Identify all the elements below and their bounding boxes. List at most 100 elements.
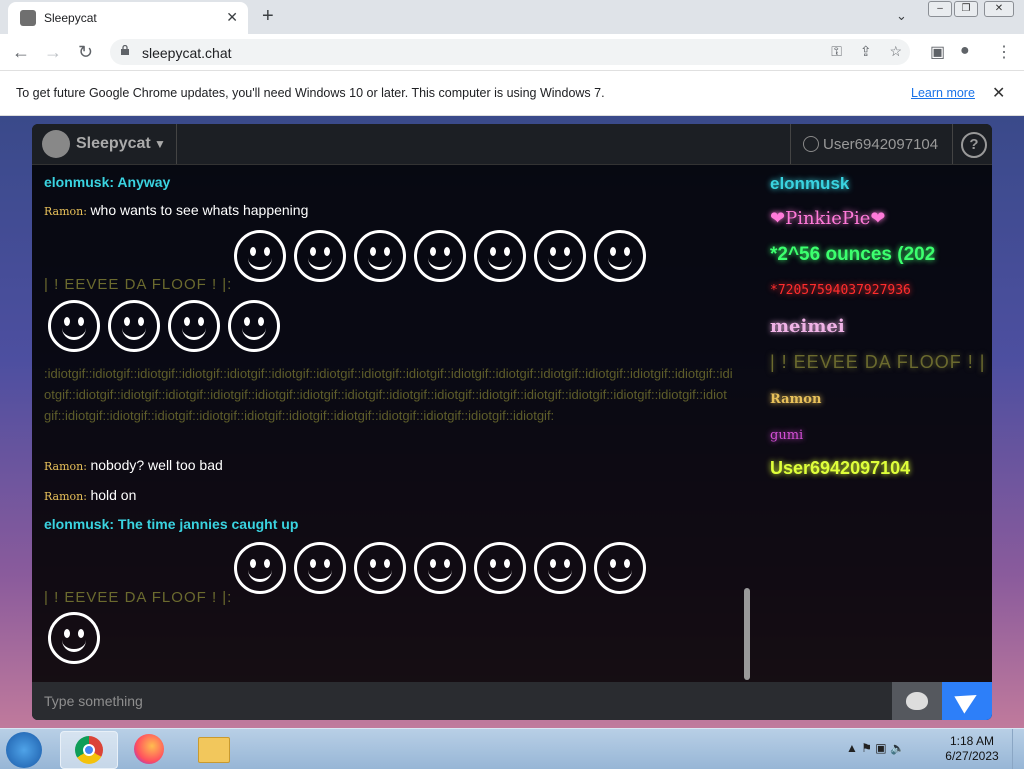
taskbar-chrome[interactable] [60, 731, 118, 769]
smiley-emoji-icon [294, 230, 346, 282]
smiley-emoji-icon [594, 542, 646, 594]
cat-logo-icon [42, 130, 70, 158]
help-icon: ? [961, 132, 987, 158]
message-row: Ramon: nobody? well too bad [44, 457, 223, 473]
message-composer [32, 682, 992, 720]
reload-button[interactable]: ↻ [78, 42, 93, 63]
message-author[interactable]: Ramon [44, 460, 83, 473]
profile-icon[interactable]: ● [960, 42, 970, 60]
tab-title: Sleepycat [44, 11, 97, 25]
message-row: elonmusk: Anyway [44, 174, 171, 190]
address-bar[interactable]: sleepycat.chat ⚿ ⇪ ☆ [110, 39, 910, 65]
close-window-button[interactable]: ✕ [984, 1, 1014, 17]
emoji-row [234, 542, 654, 599]
smiley-emoji-icon [234, 230, 286, 282]
message-author[interactable]: | ! EEVEE DA FLOOF ! | [44, 589, 227, 606]
user-list-item[interactable]: ❤PinkiePie❤ [770, 208, 885, 229]
smiley-emoji-icon [228, 300, 280, 352]
firefox-icon[interactable] [134, 734, 164, 764]
smiley-emoji-icon [474, 542, 526, 594]
back-button[interactable]: ← [12, 42, 30, 63]
message-text: The time jannies caught up [117, 516, 299, 532]
smiley-emoji-icon [594, 230, 646, 282]
emote-button[interactable] [892, 682, 942, 720]
user-list-item[interactable]: User6942097104 [770, 458, 910, 479]
smiley-emoji-icon [168, 300, 220, 352]
message-input[interactable] [32, 682, 892, 720]
smiley-emoji-icon [234, 542, 286, 594]
message-text: who wants to see whats happening [90, 202, 309, 218]
url-text[interactable]: sleepycat.chat [142, 45, 232, 61]
tab-sleepycat[interactable]: Sleepycat ✕ [8, 2, 248, 34]
restore-button[interactable]: ❐ [954, 1, 978, 17]
smiley-emoji-icon [48, 612, 100, 664]
user-list-item[interactable]: gumi [770, 428, 803, 443]
taskbar-clock[interactable]: 1:18 AM 6/27/2023 [944, 734, 1000, 764]
smiley-emoji-icon [534, 230, 586, 282]
infobar-message: To get future Google Chrome updates, you… [16, 86, 605, 100]
message-row: | ! EEVEE DA FLOOF ! |: [44, 276, 233, 293]
smiley-emoji-icon [354, 542, 406, 594]
send-button[interactable] [942, 682, 992, 720]
smiley-emoji-icon [294, 542, 346, 594]
help-button[interactable]: ? [952, 124, 992, 164]
file-explorer-icon[interactable] [198, 737, 230, 763]
key-icon[interactable]: ⚿ [831, 43, 842, 59]
user-list-item[interactable]: elonmusk [770, 174, 849, 194]
start-button[interactable] [6, 732, 42, 768]
show-desktop-button[interactable] [1012, 729, 1024, 769]
cat-icon [906, 692, 928, 710]
smiley-emoji-icon [48, 300, 100, 352]
current-username: User6942097104 [823, 136, 939, 153]
close-tab-icon[interactable]: ✕ [226, 9, 238, 26]
message-scrollbar[interactable] [744, 588, 750, 680]
browser-toolbar: ← → ↻ sleepycat.chat ⚿ ⇪ ☆ ▣ ● ⋮ [0, 34, 1024, 71]
star-icon[interactable]: ☆ [889, 43, 902, 59]
message-row: | ! EEVEE DA FLOOF ! |: [44, 589, 233, 606]
message-row: Ramon: hold on [44, 487, 137, 503]
share-icon[interactable]: ⇪ [860, 43, 872, 59]
new-tab-button[interactable]: + [262, 5, 274, 28]
minimize-button[interactable]: – [928, 1, 952, 17]
learn-more-link[interactable]: Learn more [911, 86, 975, 100]
windows-taskbar: ▲ ⚑ ▣ 🔈 1:18 AM 6/27/2023 [0, 728, 1024, 769]
current-user[interactable]: User6942097104 [790, 124, 951, 164]
message-list: elonmusk: Anyway Ramon: who wants to see… [44, 168, 734, 678]
message-author[interactable]: elonmusk [44, 516, 109, 532]
tab-strip: Sleepycat ✕ + ⌄ – ❐ ✕ [0, 0, 1024, 34]
sidebar-icon[interactable]: ▣ [930, 42, 945, 62]
update-infobar: To get future Google Chrome updates, you… [0, 71, 1024, 116]
message-author[interactable]: | ! EEVEE DA FLOOF ! | [44, 276, 227, 293]
page-background: Sleepycat ▼ User6942097104 ? elonmusk: A… [0, 116, 1024, 728]
brand-menu[interactable]: Sleepycat ▼ [32, 124, 177, 164]
system-tray-icons[interactable]: ▲ ⚑ ▣ 🔈 [846, 741, 905, 755]
message-author[interactable]: Ramon [44, 205, 83, 218]
smiley-emoji-icon [354, 230, 406, 282]
user-list-item[interactable]: Ramon [770, 392, 821, 407]
omnibox-actions: ⚿ ⇪ ☆ [817, 43, 902, 60]
clock-time: 1:18 AM [949, 734, 995, 748]
cat-favicon-icon [20, 10, 36, 26]
user-icon [803, 136, 819, 152]
user-list-item[interactable]: | ! EEVEE DA FLOOF ! | [770, 352, 985, 373]
emoji-row [48, 300, 288, 357]
emoji-row [234, 230, 654, 287]
emoji-row [48, 612, 108, 669]
tab-search-chevron-icon[interactable]: ⌄ [896, 8, 907, 24]
chrome-menu-icon[interactable]: ⋮ [996, 42, 1012, 62]
infobar-close-icon[interactable]: ✕ [992, 83, 1005, 103]
forward-button[interactable]: → [44, 42, 62, 63]
smiley-emoji-icon [534, 542, 586, 594]
clock-date: 6/27/2023 [945, 749, 999, 763]
user-list-item[interactable]: meimei [770, 316, 845, 337]
message-author[interactable]: elonmusk [44, 174, 109, 190]
user-list-item[interactable]: *72057594037927936 [770, 283, 911, 298]
user-list-item[interactable]: *2^56 ounces (202 [770, 244, 935, 266]
message-author[interactable]: Ramon [44, 490, 83, 503]
smiley-emoji-icon [414, 230, 466, 282]
chat-header: Sleepycat ▼ User6942097104 ? [32, 124, 992, 165]
spam-message: :idiotgif::idiotgif::idiotgif::idiotgif:… [44, 366, 733, 423]
lock-icon[interactable] [120, 45, 130, 55]
brand-name: Sleepycat [76, 135, 151, 152]
smiley-emoji-icon [414, 542, 466, 594]
